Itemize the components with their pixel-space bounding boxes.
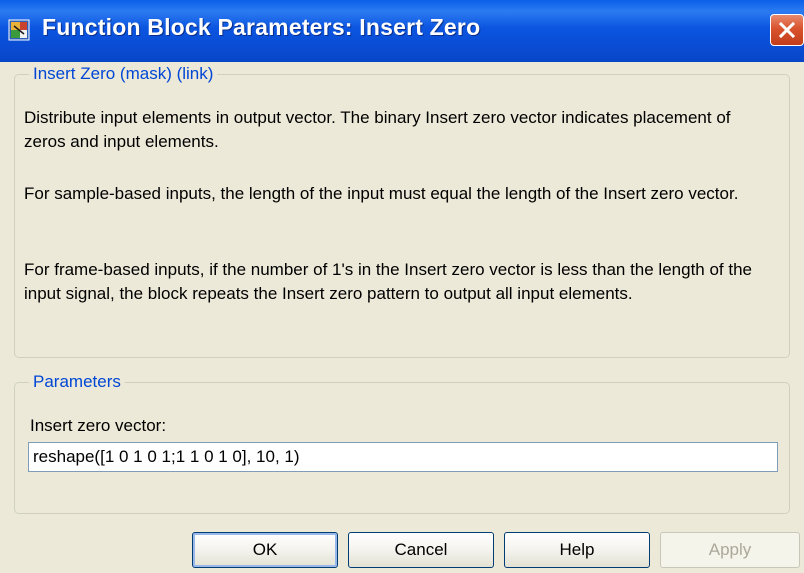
cancel-button[interactable]: Cancel: [348, 532, 494, 568]
ok-button[interactable]: OK: [192, 532, 338, 568]
ok-button-label: OK: [252, 540, 278, 559]
insert-zero-vector-label: Insert zero vector:: [30, 416, 167, 435]
help-button[interactable]: Help: [504, 532, 650, 568]
insert-zero-vector-input[interactable]: [28, 442, 778, 472]
description-paragraph-3: For frame-based inputs, if the number of…: [24, 260, 753, 303]
parameters-group-title: Parameters: [29, 371, 125, 393]
title-bar[interactable]: Function Block Parameters: Insert Zero: [0, 0, 804, 62]
help-button-label: Help: [559, 540, 595, 559]
description-paragraph-1: Distribute input elements in output vect…: [24, 108, 731, 151]
close-icon: [778, 21, 796, 39]
description-group-title: Insert Zero (mask) (link): [29, 63, 218, 85]
dialog-window: Function Block Parameters: Insert Zero I…: [0, 0, 804, 573]
apply-button-label: Apply: [708, 540, 752, 559]
cancel-button-label: Cancel: [394, 540, 448, 559]
apply-button: Apply: [660, 532, 800, 568]
window-title: Function Block Parameters: Insert Zero: [42, 14, 481, 40]
close-button[interactable]: [770, 14, 804, 46]
description-paragraph-2: For sample-based inputs, the length of t…: [24, 184, 739, 203]
simulink-block-icon: [8, 19, 30, 41]
